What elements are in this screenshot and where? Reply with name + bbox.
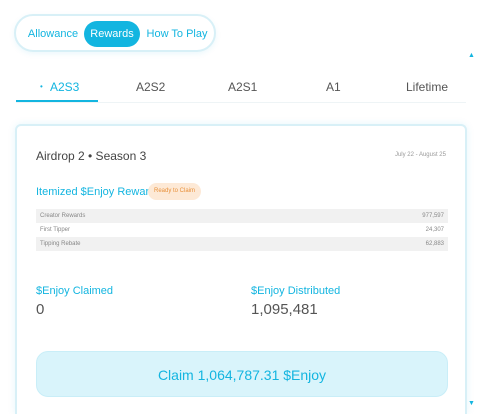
table-row: Tipping Rebate 62,883 [36, 237, 448, 251]
tab-divider [16, 102, 466, 103]
table-row: First Tipper 24,307 [36, 223, 448, 237]
tab-a2s3[interactable]: A2S3 [50, 80, 79, 94]
card-title: Airdrop 2 • Season 3 [36, 149, 147, 163]
claimed-value: 0 [36, 301, 45, 318]
claim-button[interactable]: Claim 1,064,787.31 $Enjoy [36, 351, 448, 397]
active-tab-underline [16, 100, 98, 102]
distributed-label: $Enjoy Distributed [251, 285, 341, 297]
itemized-rewards-heading: Itemized $Enjoy Rewards [36, 186, 161, 198]
tab-a1[interactable]: A1 [326, 80, 341, 94]
tab-a2s2[interactable]: A2S2 [136, 80, 165, 94]
season-dates: July 22 - August 25 [394, 152, 446, 158]
allowance-button[interactable]: Allowance [22, 21, 84, 47]
rewards-table: Creator Rewards 977,597 First Tipper 24,… [36, 209, 448, 251]
row-value: 62,883 [425, 241, 444, 247]
season-rewards-card: Airdrop 2 • Season 3 July 22 - August 25… [15, 124, 467, 414]
table-row: Creator Rewards 977,597 [36, 209, 448, 223]
view-switcher: Allowance Rewards How To Play [14, 14, 216, 52]
row-value: 977,597 [422, 213, 444, 219]
row-label: First Tipper [40, 227, 71, 233]
claimed-label: $Enjoy Claimed [36, 285, 114, 297]
tab-lifetime[interactable]: Lifetime [406, 80, 448, 94]
active-tab-dot-icon: • [40, 82, 43, 91]
rewards-button[interactable]: Rewards [84, 21, 140, 47]
row-label: Creator Rewards [40, 213, 86, 219]
scroll-down-icon[interactable]: ▼ [468, 400, 475, 407]
distributed-value: 1,095,481 [251, 301, 318, 318]
row-value: 24,307 [425, 227, 444, 233]
status-badge: Ready to Claim [148, 183, 202, 200]
scroll-up-icon[interactable]: ▲ [468, 52, 475, 59]
tab-a2s1[interactable]: A2S1 [228, 80, 257, 94]
how-to-play-button[interactable]: How To Play [144, 21, 210, 47]
row-label: Tipping Rebate [40, 241, 81, 247]
